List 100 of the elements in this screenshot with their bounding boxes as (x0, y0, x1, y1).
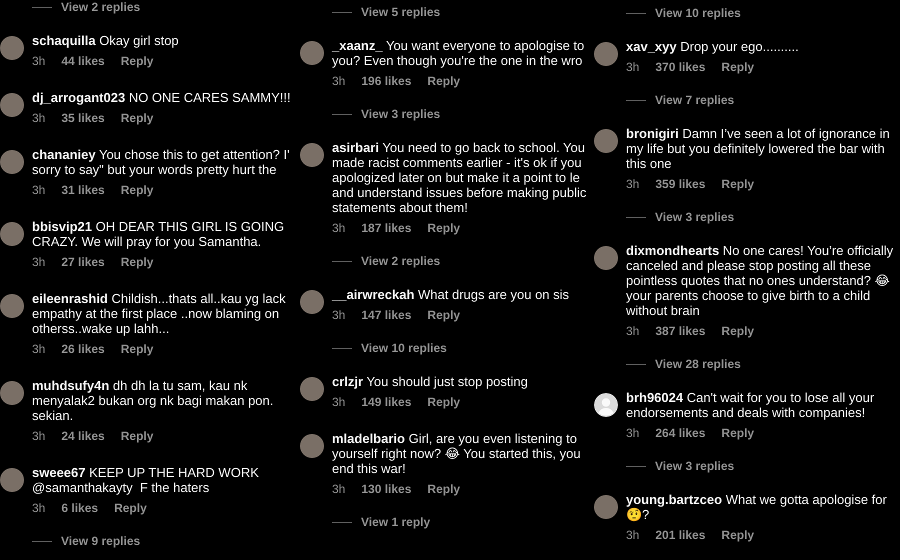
reply-link[interactable]: Reply (721, 528, 754, 543)
comment-time: 3h (332, 482, 346, 497)
view-replies-link[interactable]: View 3 replies (655, 210, 734, 225)
view-replies-link[interactable]: View 2 replies (361, 254, 440, 269)
comment-time: 3h (332, 308, 346, 323)
avatar-photo[interactable] (300, 143, 324, 167)
username-link[interactable]: xav_xyy (626, 39, 677, 54)
likes-count[interactable]: 44 likes (61, 54, 105, 69)
likes-count[interactable]: 387 likes (655, 324, 706, 339)
view-replies-link[interactable]: View 10 replies (655, 6, 741, 21)
likes-count[interactable]: 201 likes (655, 528, 706, 543)
username-link[interactable]: dj_arrogant023 (32, 90, 126, 105)
comment-text: chananiey You chose this to get attention? I' sorry to say" but your words pretty hurt the (32, 147, 290, 177)
avatar-photo[interactable] (300, 290, 324, 314)
reply-link[interactable]: Reply (427, 482, 460, 497)
comment-text: dixmondhearts No one cares! You’re officially canceled and please stop posting all these pointless quotes that no ones understand? 😂 your parents choose to give birth to a child without brain (626, 243, 894, 318)
reply-link[interactable]: Reply (120, 429, 154, 444)
comment-time: 3h (32, 501, 46, 516)
avatar-photo[interactable] (0, 222, 24, 246)
default-avatar-icon[interactable] (594, 393, 618, 417)
reply-link[interactable]: Reply (721, 426, 754, 441)
avatar-photo[interactable] (300, 377, 324, 401)
comment-time: 3h (32, 54, 46, 69)
username-link[interactable]: schaquilla (32, 33, 96, 48)
reply-link[interactable]: Reply (721, 177, 754, 192)
view-replies-link[interactable]: View 5 replies (361, 5, 440, 20)
username-link[interactable]: __airwreckah (332, 287, 414, 302)
reply-link[interactable]: Reply (114, 501, 147, 516)
username-link[interactable]: crlzjr (332, 374, 364, 389)
likes-count[interactable]: 26 likes (61, 342, 105, 357)
username-link[interactable]: muhdsufy4n (32, 378, 110, 393)
avatar-photo[interactable] (0, 150, 24, 174)
username-link[interactable]: asirbari (332, 140, 379, 155)
likes-count[interactable]: 149 likes (361, 395, 412, 410)
avatar-photo[interactable] (0, 93, 24, 117)
likes-count[interactable]: 6 likes (61, 501, 98, 516)
comment-time: 3h (626, 324, 640, 339)
likes-count[interactable]: 147 likes (361, 308, 412, 323)
comment-text: bbisvip21 OH DEAR THIS GIRL IS GOING CRAZY. We will pray for you Samantha. (32, 219, 284, 249)
username-link[interactable]: bronigiri (626, 126, 679, 141)
avatar-photo[interactable] (594, 246, 618, 270)
view-replies-link[interactable]: View 9 replies (61, 534, 140, 549)
comment-time: 3h (626, 426, 640, 441)
avatar-photo[interactable] (594, 495, 618, 519)
likes-count[interactable]: 35 likes (61, 111, 105, 126)
comment-text: __airwreckah What drugs are you on sis (332, 287, 570, 302)
comment-time: 3h (32, 429, 46, 444)
username-link[interactable]: bbisvip21 (32, 219, 92, 234)
username-link[interactable]: young.bartzceo (626, 492, 722, 507)
likes-count[interactable]: 130 likes (361, 482, 412, 497)
reply-link[interactable]: Reply (120, 54, 154, 69)
username-link[interactable]: chananiey (32, 147, 96, 162)
reply-link[interactable]: Reply (427, 74, 460, 89)
comment-time: 3h (332, 395, 346, 410)
likes-count[interactable]: 264 likes (655, 426, 706, 441)
username-link[interactable]: sweee67 (32, 465, 86, 480)
likes-count[interactable]: 370 likes (655, 60, 706, 75)
view-replies-link[interactable]: View 1 reply (361, 515, 430, 530)
avatar-photo[interactable] (0, 468, 24, 492)
likes-count[interactable]: 27 likes (61, 255, 105, 270)
reply-link[interactable]: Reply (120, 255, 154, 270)
comment-text: asirbari You need to go back to school. You made racist comments earlier - it's ok if you apologized later on but make it a point to le and understand issues before making public statements about them! (332, 140, 586, 215)
likes-count[interactable]: 359 likes (655, 177, 706, 192)
reply-link[interactable]: Reply (427, 308, 460, 323)
username-link[interactable]: brh96024 (626, 390, 684, 405)
comment-time: 3h (32, 255, 46, 270)
username-link[interactable]: _xaanz_ (332, 38, 383, 53)
likes-count[interactable]: 31 likes (61, 183, 105, 198)
view-replies-link[interactable]: View 3 replies (655, 459, 734, 474)
view-replies-link[interactable]: View 7 replies (655, 93, 734, 108)
avatar-photo[interactable] (0, 294, 24, 318)
view-replies-link[interactable]: View 2 replies (61, 0, 140, 15)
avatar-photo[interactable] (594, 42, 618, 66)
reply-link[interactable]: Reply (721, 324, 754, 339)
reply-link[interactable]: Reply (120, 111, 154, 126)
view-replies-link[interactable]: View 10 replies (361, 341, 447, 356)
avatar-photo[interactable] (300, 434, 324, 458)
comment-time: 3h (32, 342, 46, 357)
reply-link[interactable]: Reply (427, 395, 460, 410)
view-replies-link[interactable]: View 3 replies (361, 107, 440, 122)
username-link[interactable]: mladelbario (332, 431, 405, 446)
likes-count[interactable]: 187 likes (361, 221, 412, 236)
likes-count[interactable]: 196 likes (361, 74, 412, 89)
comment-text: crlzjr You should just stop posting (332, 374, 528, 389)
reply-link[interactable]: Reply (120, 183, 154, 198)
view-replies-link[interactable]: View 28 replies (655, 357, 741, 372)
reply-link[interactable]: Reply (721, 60, 754, 75)
username-link[interactable]: dixmondhearts (626, 243, 720, 258)
avatar-photo[interactable] (0, 381, 24, 405)
avatar-photo[interactable] (594, 129, 618, 153)
comment-text: _xaanz_ You want everyone to apologise to you? Even though you're the one in the wro (332, 38, 584, 68)
username-link[interactable]: eileenrashid (32, 291, 108, 306)
reply-link[interactable]: Reply (120, 342, 154, 357)
comment-text: dj_arrogant023 NO ONE CARES SAMMY!!! (32, 90, 291, 105)
comment-text: xav_xyy Drop your ego.......... (626, 39, 799, 54)
comment-time: 3h (626, 177, 640, 192)
reply-link[interactable]: Reply (427, 221, 460, 236)
likes-count[interactable]: 24 likes (61, 429, 105, 444)
avatar-photo[interactable] (300, 41, 324, 65)
avatar-photo[interactable] (0, 36, 24, 60)
